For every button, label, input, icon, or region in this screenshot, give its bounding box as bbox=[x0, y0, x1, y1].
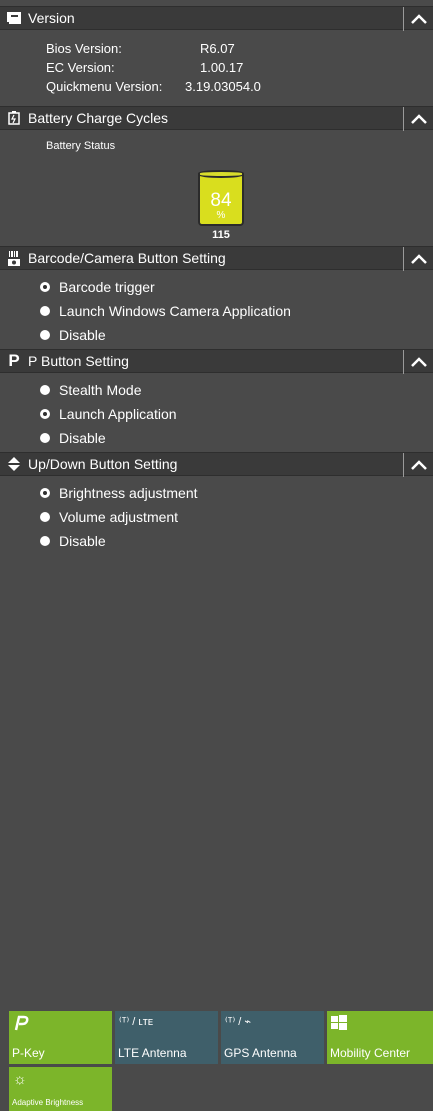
option-label: Stealth Mode bbox=[59, 382, 142, 398]
pbutton-option-stealth[interactable]: Stealth Mode bbox=[40, 378, 433, 402]
settings-panel: Version Bios Version: R6.07 EC Version: … bbox=[0, 0, 433, 555]
battery-title: Battery Charge Cycles bbox=[28, 110, 169, 126]
radio-unselected[interactable] bbox=[40, 330, 50, 340]
option-label: Disable bbox=[59, 430, 106, 446]
version-collapse-button[interactable] bbox=[403, 7, 433, 31]
brightness-icon: ☼ bbox=[13, 1071, 27, 1088]
updown-option-disable[interactable]: Disable bbox=[40, 529, 433, 553]
quickmenu-version-value: 3.19.03054.0 bbox=[185, 79, 261, 94]
barcode-options: Barcode trigger Launch Windows Camera Ap… bbox=[0, 270, 433, 349]
option-label: Launch Windows Camera Application bbox=[59, 303, 291, 319]
chevron-up-icon bbox=[410, 254, 427, 264]
tile-p-key[interactable]: P-Key bbox=[9, 1011, 112, 1064]
option-label: Volume adjustment bbox=[59, 509, 179, 525]
radio-unselected[interactable] bbox=[40, 512, 50, 522]
updown-option-brightness[interactable]: Brightness adjustment bbox=[40, 481, 433, 505]
battery-percent-sign: % bbox=[216, 210, 226, 221]
quickmenu-version-label: Quickmenu Version: bbox=[46, 79, 163, 94]
battery-cycle-count: 115 bbox=[212, 229, 230, 241]
updown-options: Brightness adjustment Volume adjustment … bbox=[0, 476, 433, 555]
tile-label: Mobility Center bbox=[330, 1046, 411, 1060]
tile-adaptive-brightness[interactable]: ☼ Adaptive Brightness bbox=[9, 1067, 112, 1111]
updown-header[interactable]: Up/Down Button Setting bbox=[0, 452, 433, 477]
bios-version-label: Bios Version: bbox=[46, 41, 122, 56]
barcode-collapse-button[interactable] bbox=[403, 247, 433, 271]
radio-selected[interactable] bbox=[40, 488, 50, 498]
tile-mobility-center[interactable]: Mobility Center bbox=[327, 1011, 433, 1064]
quickmenu-version-row: Quickmenu Version: 3.19.03054.0 bbox=[46, 77, 433, 96]
chevron-up-icon bbox=[410, 14, 427, 24]
battery-collapse-button[interactable] bbox=[403, 107, 433, 131]
gps-antenna-icon: ⁽ᵀ⁾ / ⌁ bbox=[225, 1016, 251, 1028]
barcode-option-launch-camera[interactable]: Launch Windows Camera Application bbox=[40, 299, 433, 323]
radio-selected[interactable] bbox=[40, 282, 50, 292]
barcode-option-barcode-trigger[interactable]: Barcode trigger bbox=[40, 275, 433, 299]
ec-version-row: EC Version: 1.00.17 bbox=[46, 58, 433, 77]
tile-gps-antenna[interactable]: ⁽ᵀ⁾ / ⌁ GPS Antenna bbox=[221, 1011, 324, 1064]
updown-option-volume[interactable]: Volume adjustment bbox=[40, 505, 433, 529]
option-label: Barcode trigger bbox=[59, 279, 155, 295]
radio-unselected[interactable] bbox=[40, 385, 50, 395]
windows-icon bbox=[331, 1015, 347, 1034]
radio-unselected[interactable] bbox=[40, 433, 50, 443]
pbutton-options: Stealth Mode Launch Application Disable bbox=[0, 373, 433, 452]
lte-antenna-icon: ⁽ᵀ⁾ / ʟᴛᴇ bbox=[119, 1016, 154, 1028]
ec-version-label: EC Version: bbox=[46, 60, 115, 75]
chevron-up-icon bbox=[410, 114, 427, 124]
chevron-up-icon bbox=[410, 357, 427, 367]
option-label: Launch Application bbox=[59, 406, 177, 422]
battery-status-label: Battery Status bbox=[46, 140, 116, 152]
pbutton-collapse-button[interactable] bbox=[403, 350, 433, 374]
ec-version-value: 1.00.17 bbox=[200, 60, 244, 75]
bios-version-value: R6.07 bbox=[200, 41, 235, 56]
version-title: Version bbox=[28, 10, 75, 26]
version-header[interactable]: Version bbox=[0, 6, 433, 31]
battery-header[interactable]: Battery Charge Cycles bbox=[0, 106, 433, 131]
version-icon bbox=[0, 6, 28, 30]
battery-body: Battery Status 84 % 115 bbox=[0, 130, 433, 246]
option-label: Disable bbox=[59, 327, 106, 343]
up-down-arrows-icon bbox=[0, 452, 28, 476]
option-label: Brightness adjustment bbox=[59, 485, 198, 501]
updown-collapse-button[interactable] bbox=[403, 453, 433, 477]
battery-cap bbox=[198, 170, 244, 178]
battery-gauge: 84 % bbox=[198, 170, 244, 226]
tile-label: P-Key bbox=[12, 1046, 45, 1060]
updown-title: Up/Down Button Setting bbox=[28, 456, 178, 472]
radio-unselected[interactable] bbox=[40, 306, 50, 316]
tile-lte-antenna[interactable]: ⁽ᵀ⁾ / ʟᴛᴇ LTE Antenna bbox=[115, 1011, 218, 1064]
pbutton-option-launch-app[interactable]: Launch Application bbox=[40, 402, 433, 426]
radio-selected[interactable] bbox=[40, 409, 50, 419]
bios-version-row: Bios Version: R6.07 bbox=[46, 39, 433, 58]
chevron-up-icon bbox=[410, 460, 427, 470]
version-body: Bios Version: R6.07 EC Version: 1.00.17 … bbox=[0, 30, 433, 106]
barcode-option-disable[interactable]: Disable bbox=[40, 323, 433, 347]
radio-unselected[interactable] bbox=[40, 536, 50, 546]
pbutton-header[interactable]: P P Button Setting bbox=[0, 349, 433, 374]
pbutton-option-disable[interactable]: Disable bbox=[40, 426, 433, 450]
battery-percent: 84 bbox=[210, 190, 232, 211]
barcode-camera-icon bbox=[0, 246, 28, 270]
pbutton-title: P Button Setting bbox=[28, 353, 129, 369]
p-icon: P bbox=[8, 351, 20, 370]
barcode-header[interactable]: Barcode/Camera Button Setting bbox=[0, 246, 433, 271]
option-label: Disable bbox=[59, 533, 106, 549]
tile-label: LTE Antenna bbox=[118, 1046, 187, 1060]
battery-icon bbox=[0, 106, 28, 130]
tile-label: Adaptive Brightness bbox=[12, 1098, 84, 1107]
barcode-title: Barcode/Camera Button Setting bbox=[28, 250, 226, 266]
p-key-icon bbox=[13, 1015, 29, 1035]
tile-label: GPS Antenna bbox=[224, 1046, 297, 1060]
